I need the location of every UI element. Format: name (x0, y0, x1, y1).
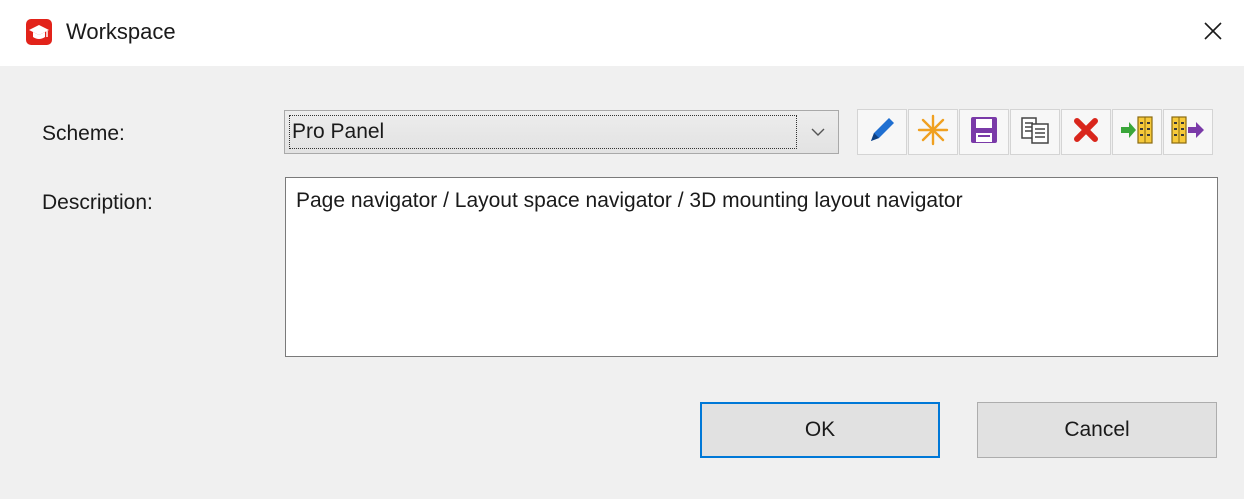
dialog-body: Scheme: Pro Panel Description: Page navi… (0, 66, 1244, 499)
cancel-button[interactable]: Cancel (977, 402, 1217, 458)
delete-icon (1069, 113, 1103, 152)
delete-scheme-button[interactable] (1061, 109, 1111, 155)
export-icon (1170, 113, 1206, 152)
graduation-cap-icon (26, 19, 52, 45)
copy-scheme-button[interactable] (1010, 109, 1060, 155)
ok-button[interactable]: OK (700, 402, 940, 458)
new-scheme-button[interactable] (908, 109, 958, 155)
scheme-toolbar (857, 109, 1213, 157)
description-textarea[interactable]: Page navigator / Layout space navigator … (285, 177, 1218, 357)
scheme-dropdown[interactable]: Pro Panel (284, 110, 839, 154)
asterisk-icon (916, 113, 950, 152)
save-scheme-button[interactable] (959, 109, 1009, 155)
scheme-value: Pro Panel (292, 120, 385, 143)
close-icon (1202, 20, 1224, 47)
pencil-icon (865, 113, 899, 152)
export-scheme-button[interactable] (1163, 109, 1213, 155)
description-label: Description: (42, 191, 153, 214)
import-scheme-button[interactable] (1112, 109, 1162, 155)
close-button[interactable] (1182, 0, 1244, 66)
scheme-label: Scheme: (42, 122, 125, 145)
title-bar: Workspace (0, 0, 1244, 66)
chevron-down-icon (798, 111, 838, 153)
description-text: Page navigator / Layout space navigator … (296, 189, 963, 212)
copy-icon (1018, 113, 1052, 152)
window-title: Workspace (66, 19, 176, 44)
import-icon (1119, 113, 1155, 152)
save-icon (967, 113, 1001, 152)
edit-scheme-button[interactable] (857, 109, 907, 155)
